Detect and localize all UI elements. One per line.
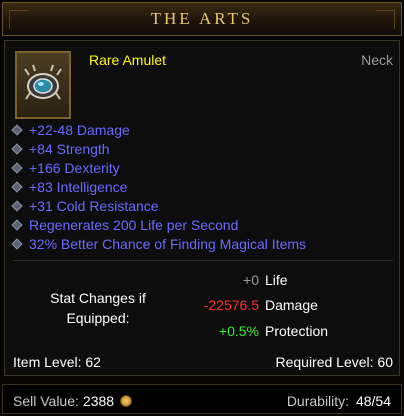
required-level: Required Level: 60 (275, 354, 393, 370)
header-ornament-right (376, 10, 395, 29)
durability-label: Durability: (286, 393, 350, 409)
diamond-bullet-icon (11, 142, 29, 155)
affix-list: +22-48 Damage +84 Strength +166 Dexterit… (11, 120, 393, 253)
stat-change-value: -22576.5 (203, 297, 259, 313)
affix-text: Regenerates 200 Life per Second (29, 216, 239, 233)
sell-value-label: Sell Value: (13, 393, 79, 409)
affix-line: 32% Better Chance of Finding Magical Ite… (11, 234, 393, 253)
stat-changes-label: Stat Changes if Equipped: (50, 290, 146, 326)
item-tooltip: THE ARTS Rare Amulet Neck +22-48 Damage … (0, 0, 404, 416)
stat-change-row: +0 Life (165, 270, 385, 290)
stat-change-name: Life (265, 272, 288, 288)
diamond-bullet-icon (11, 218, 29, 231)
affix-line: +22-48 Damage (11, 120, 393, 139)
stat-change-row: +0.5% Protection (165, 321, 385, 341)
tooltip-body: Rare Amulet Neck +22-48 Damage +84 Stren… (4, 40, 400, 376)
item-title: THE ARTS (150, 9, 254, 28)
tooltip-header: THE ARTS (2, 2, 402, 36)
affix-text: +22-48 Damage (29, 121, 130, 138)
diamond-bullet-icon (11, 161, 29, 174)
diamond-bullet-icon (11, 123, 29, 136)
stat-change-value: +0.5% (218, 323, 259, 339)
affix-text: +84 Strength (29, 140, 110, 157)
sell-value: Sell Value: 2388 (13, 393, 133, 409)
affix-line: +84 Strength (11, 139, 393, 158)
stat-change-row: -22576.5 Damage (165, 295, 385, 315)
durability: Durability: 48/54 (287, 393, 391, 409)
durability-value: 48/54 (355, 393, 391, 409)
diamond-bullet-icon (11, 237, 29, 250)
affix-text: +31 Cold Resistance (29, 197, 159, 214)
divider (13, 260, 393, 261)
diamond-bullet-icon (11, 199, 29, 212)
item-level: Item Level: 62 (13, 354, 101, 370)
affix-text: +83 Intelligence (29, 178, 128, 195)
affix-line: +166 Dexterity (11, 158, 393, 177)
tooltip-footer: Sell Value: 2388 Durability: 48/54 (2, 384, 402, 414)
amulet-icon (15, 51, 71, 119)
item-name: Rare Amulet (89, 52, 167, 68)
affix-line: +83 Intelligence (11, 177, 393, 196)
stat-change-name: Protection (265, 323, 329, 339)
affix-line: +31 Cold Resistance (11, 196, 393, 215)
stat-change-name: Damage (265, 297, 318, 313)
affix-line: Regenerates 200 Life per Second (11, 215, 393, 234)
affix-text: +166 Dexterity (29, 159, 120, 176)
sell-value-amount: 2388 (82, 393, 115, 409)
header-ornament-left (9, 10, 28, 29)
diamond-bullet-icon (11, 180, 29, 193)
gold-coin-icon (120, 395, 133, 407)
affix-text: 32% Better Chance of Finding Magical Ite… (29, 235, 307, 252)
stat-change-value: +0 (243, 272, 259, 288)
item-slot: Neck (361, 52, 393, 68)
